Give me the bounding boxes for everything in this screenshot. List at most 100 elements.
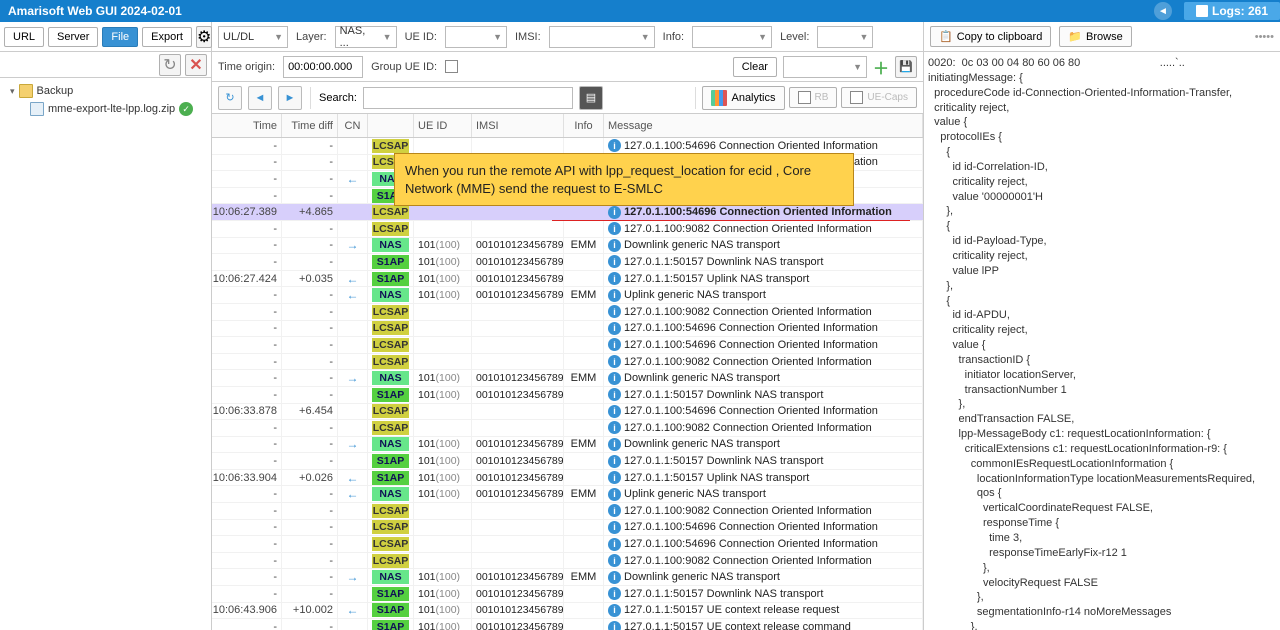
- next-nav-icon[interactable]: ►: [278, 86, 302, 110]
- save-icon[interactable]: 💾: [895, 56, 917, 78]
- table-row[interactable]: --LCSAPi 127.0.1.100:54696 Connection Or…: [212, 321, 923, 338]
- table-row[interactable]: --LCSAPi 127.0.1.100:9082 Connection Ori…: [212, 553, 923, 570]
- table-row[interactable]: --LCSAPi 127.0.1.100:9082 Connection Ori…: [212, 420, 923, 437]
- more-icon[interactable]: •••••: [1255, 31, 1274, 43]
- info-icon: i: [608, 438, 621, 451]
- level-label: Level:: [780, 31, 809, 43]
- analytics-button[interactable]: Analytics: [702, 86, 784, 110]
- column-headers: Time Time diff CN UE ID IMSI Info Messag…: [212, 114, 923, 138]
- prev-nav-icon[interactable]: ◄: [248, 86, 272, 110]
- detail-body[interactable]: 0020: 0c 03 00 04 80 60 06 80 .....`.. i…: [924, 52, 1280, 630]
- main-panel: UL/DL▼ Layer: NAS, ...▼ UE ID: ▼ IMSI: ▼…: [212, 22, 924, 630]
- table-row[interactable]: --LCSAPi 127.0.1.100:9082 Connection Ori…: [212, 354, 923, 371]
- export-button[interactable]: Export: [142, 27, 192, 47]
- browse-button[interactable]: 📁 Browse: [1059, 26, 1131, 47]
- col-layer[interactable]: [368, 114, 414, 137]
- table-row[interactable]: 10:06:27.424+0.035←S1AP101 (100)00101012…: [212, 271, 923, 288]
- refresh-nav-icon[interactable]: ↻: [218, 86, 242, 110]
- settings-icon[interactable]: ⚙: [196, 26, 212, 48]
- url-button[interactable]: URL: [4, 27, 44, 47]
- server-button[interactable]: Server: [48, 27, 98, 47]
- table-row[interactable]: --←NAS101 (100)001010123456789EMMi Uplin…: [212, 287, 923, 304]
- tree-folder[interactable]: ▾ Backup: [6, 82, 205, 100]
- imsi-combo[interactable]: ▼: [549, 26, 655, 48]
- analytics-label: Analytics: [731, 92, 775, 104]
- info-icon: i: [608, 504, 621, 517]
- col-info[interactable]: Info: [564, 114, 604, 137]
- uldl-combo[interactable]: UL/DL▼: [218, 26, 288, 48]
- filter-icon[interactable]: ▤: [579, 86, 603, 110]
- layer-label: Layer:: [296, 31, 327, 43]
- rb-label: RB: [815, 92, 829, 103]
- ueid-label: UE ID:: [405, 31, 437, 43]
- table-row[interactable]: --LCSAPi 127.0.1.100:54696 Connection Or…: [212, 337, 923, 354]
- table-row[interactable]: --LCSAPi 127.0.1.100:54696 Connection Or…: [212, 536, 923, 553]
- tab-logs[interactable]: Logs: 261: [1184, 2, 1280, 20]
- table-row[interactable]: 10:06:43.906+10.002←S1AP101 (100)0010101…: [212, 603, 923, 620]
- col-message[interactable]: Message: [604, 114, 923, 137]
- table-row[interactable]: --LCSAPi 127.0.1.100:9082 Connection Ori…: [212, 304, 923, 321]
- col-timediff[interactable]: Time diff: [282, 114, 338, 137]
- add-icon[interactable]: ＋: [873, 55, 889, 79]
- col-time[interactable]: Time: [212, 114, 282, 137]
- info-icon: i: [608, 338, 621, 351]
- folder-open-icon: 📁: [1068, 30, 1082, 43]
- layer-combo[interactable]: NAS, ...▼: [335, 26, 397, 48]
- table-row[interactable]: --←NAS101 (100)001010123456789EMMi Uplin…: [212, 486, 923, 503]
- delete-icon[interactable]: ✕: [185, 54, 207, 76]
- level-combo[interactable]: ▼: [817, 26, 873, 48]
- table-row[interactable]: --S1AP101 (100)001010123456789i 127.0.1.…: [212, 387, 923, 404]
- ok-badge-icon: ✓: [179, 102, 193, 116]
- table-row[interactable]: --→NAS101 (100)001010123456789EMMi Downl…: [212, 437, 923, 454]
- uecaps-button[interactable]: UE-Caps: [841, 87, 917, 108]
- table-row[interactable]: --LCSAPi 127.0.1.100:9082 Connection Ori…: [212, 221, 923, 238]
- table-row[interactable]: --→NAS101 (100)001010123456789EMMi Downl…: [212, 370, 923, 387]
- info-icon: i: [608, 239, 621, 252]
- info-icon: i: [608, 305, 621, 318]
- group-ueid-checkbox[interactable]: [445, 60, 458, 73]
- col-imsi[interactable]: IMSI: [472, 114, 564, 137]
- table-row[interactable]: --LCSAPi 127.0.1.100:9082 Connection Ori…: [212, 503, 923, 520]
- table-row[interactable]: 10:06:33.904+0.026←S1AP101 (100)00101012…: [212, 470, 923, 487]
- copy-clipboard-button[interactable]: 📋 Copy to clipboard: [930, 26, 1051, 47]
- collapse-triangle-icon: ▾: [10, 86, 15, 97]
- table-row[interactable]: --S1AP101 (100)001010123456789i 127.0.1.…: [212, 453, 923, 470]
- ueid-combo[interactable]: ▼: [445, 26, 507, 48]
- info-icon: i: [608, 421, 621, 434]
- file-label: mme-export-lte-lpp.log.zip: [48, 103, 175, 115]
- table-row[interactable]: --S1AP101 (100)001010123456789i 127.0.1.…: [212, 619, 923, 630]
- col-cn[interactable]: CN: [338, 114, 368, 137]
- rb-button[interactable]: RB: [789, 87, 838, 108]
- info-icon: i: [608, 604, 621, 617]
- info-label: Info:: [663, 31, 684, 43]
- file-button[interactable]: File: [102, 27, 138, 47]
- clear-button[interactable]: Clear: [733, 57, 777, 77]
- table-row[interactable]: --→NAS101 (100)001010123456789EMMi Downl…: [212, 238, 923, 255]
- folder-icon: [19, 84, 33, 98]
- table-row[interactable]: --→NAS101 (100)001010123456789EMMi Downl…: [212, 569, 923, 586]
- tab-logs-label: Logs: 261: [1212, 4, 1268, 18]
- tree-file[interactable]: mme-export-lte-lpp.log.zip ✓: [6, 100, 205, 118]
- table-row[interactable]: 10:06:33.878+6.454LCSAPi 127.0.1.100:546…: [212, 404, 923, 421]
- rb-icon: [798, 91, 811, 104]
- col-ueid[interactable]: UE ID: [414, 114, 472, 137]
- sidebar: URL Server File Export ⚙ ↻ ✕ ▾ Backup mm…: [0, 22, 212, 630]
- time-origin-input[interactable]: [283, 56, 363, 78]
- table-row[interactable]: --LCSAPi 127.0.1.100:54696 Connection Or…: [212, 520, 923, 537]
- collapse-sidebar-icon[interactable]: ◄: [1154, 2, 1172, 20]
- uecaps-icon: [850, 91, 863, 104]
- table-row[interactable]: --S1AP101 (100)001010123456789i 127.0.1.…: [212, 586, 923, 603]
- file-tree: ▾ Backup mme-export-lte-lpp.log.zip ✓: [0, 78, 211, 122]
- search-input[interactable]: [363, 87, 573, 109]
- preset-combo[interactable]: ▼: [783, 56, 867, 78]
- info-icon: i: [608, 571, 621, 584]
- info-combo[interactable]: ▼: [692, 26, 772, 48]
- refresh-icon[interactable]: ↻: [159, 54, 181, 76]
- table-row[interactable]: --S1AP101 (100)001010123456789i 127.0.1.…: [212, 254, 923, 271]
- info-icon: i: [608, 289, 621, 302]
- annotation-callout: When you run the remote API with lpp_req…: [394, 153, 854, 206]
- detail-panel: 📋 Copy to clipboard 📁 Browse ••••• 0020:…: [924, 22, 1280, 630]
- info-icon: i: [608, 222, 621, 235]
- table-row[interactable]: 10:06:27.389+4.865LCSAPi 127.0.1.100:546…: [212, 204, 923, 221]
- info-icon: i: [608, 538, 621, 551]
